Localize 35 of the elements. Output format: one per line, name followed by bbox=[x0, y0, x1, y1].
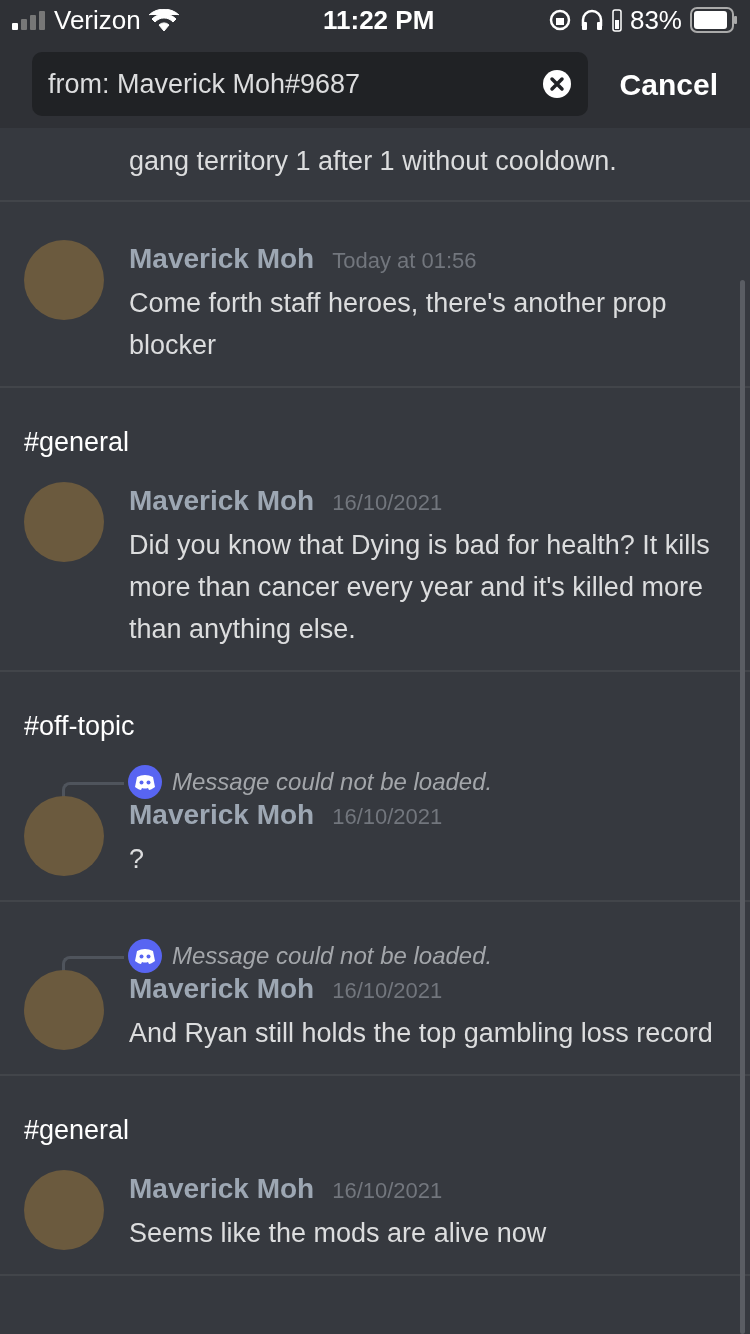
channel-name[interactable]: #general bbox=[24, 1112, 130, 1148]
message-text: Did you know that Dying is bad for health? It kills more than cancer every year and it's killed more than anything else. bbox=[129, 529, 711, 646]
wifi-icon bbox=[148, 9, 179, 31]
message-text: Come forth staff heroes, there's another prop blocker bbox=[129, 287, 668, 362]
cancel-button[interactable]: Cancel bbox=[619, 61, 718, 107]
discord-logo-icon bbox=[128, 939, 162, 973]
author-name[interactable]: Maverick Moh bbox=[129, 968, 315, 1010]
battery-percentage: 83% bbox=[629, 3, 682, 37]
battery-small-icon bbox=[611, 8, 622, 32]
author-name[interactable]: Maverick Moh bbox=[129, 238, 315, 280]
message-text: gang territory 1 after 1 without cooldown. bbox=[129, 145, 618, 178]
message-timestamp: 16/10/2021 bbox=[332, 1177, 443, 1205]
message-timestamp: 16/10/2021 bbox=[332, 803, 443, 831]
carrier-name: Verizon bbox=[54, 3, 141, 37]
author-name[interactable]: Maverick Moh bbox=[129, 1168, 315, 1210]
message-text: Seems like the mods are alive now bbox=[129, 1217, 548, 1250]
message-timestamp: Today at 01:56 bbox=[332, 247, 477, 275]
reply-text: Message could not be loaded. bbox=[172, 941, 493, 971]
channel-name[interactable]: #off-topic bbox=[24, 708, 135, 744]
search-field[interactable]: from: Maverick Moh#9687 bbox=[32, 52, 588, 116]
reply-text: Message could not be loaded. bbox=[172, 767, 493, 797]
discord-logo-icon bbox=[128, 765, 162, 799]
author-name[interactable]: Maverick Moh bbox=[129, 794, 315, 836]
message-timestamp: 16/10/2021 bbox=[332, 977, 443, 1005]
channel-name[interactable]: #general bbox=[24, 424, 130, 460]
clear-icon[interactable] bbox=[541, 69, 572, 99]
clock-time: 11:22 PM bbox=[323, 3, 435, 37]
message-timestamp: 16/10/2021 bbox=[332, 489, 443, 517]
message-text: And Ryan still holds the top gambling loss record bbox=[129, 1017, 714, 1050]
author-name[interactable]: Maverick Moh bbox=[129, 480, 315, 522]
rotation-lock-icon bbox=[547, 8, 572, 32]
headphones-icon bbox=[579, 8, 604, 32]
signal-icon bbox=[12, 10, 46, 30]
battery-icon bbox=[690, 7, 738, 33]
message-text: ? bbox=[129, 843, 146, 876]
